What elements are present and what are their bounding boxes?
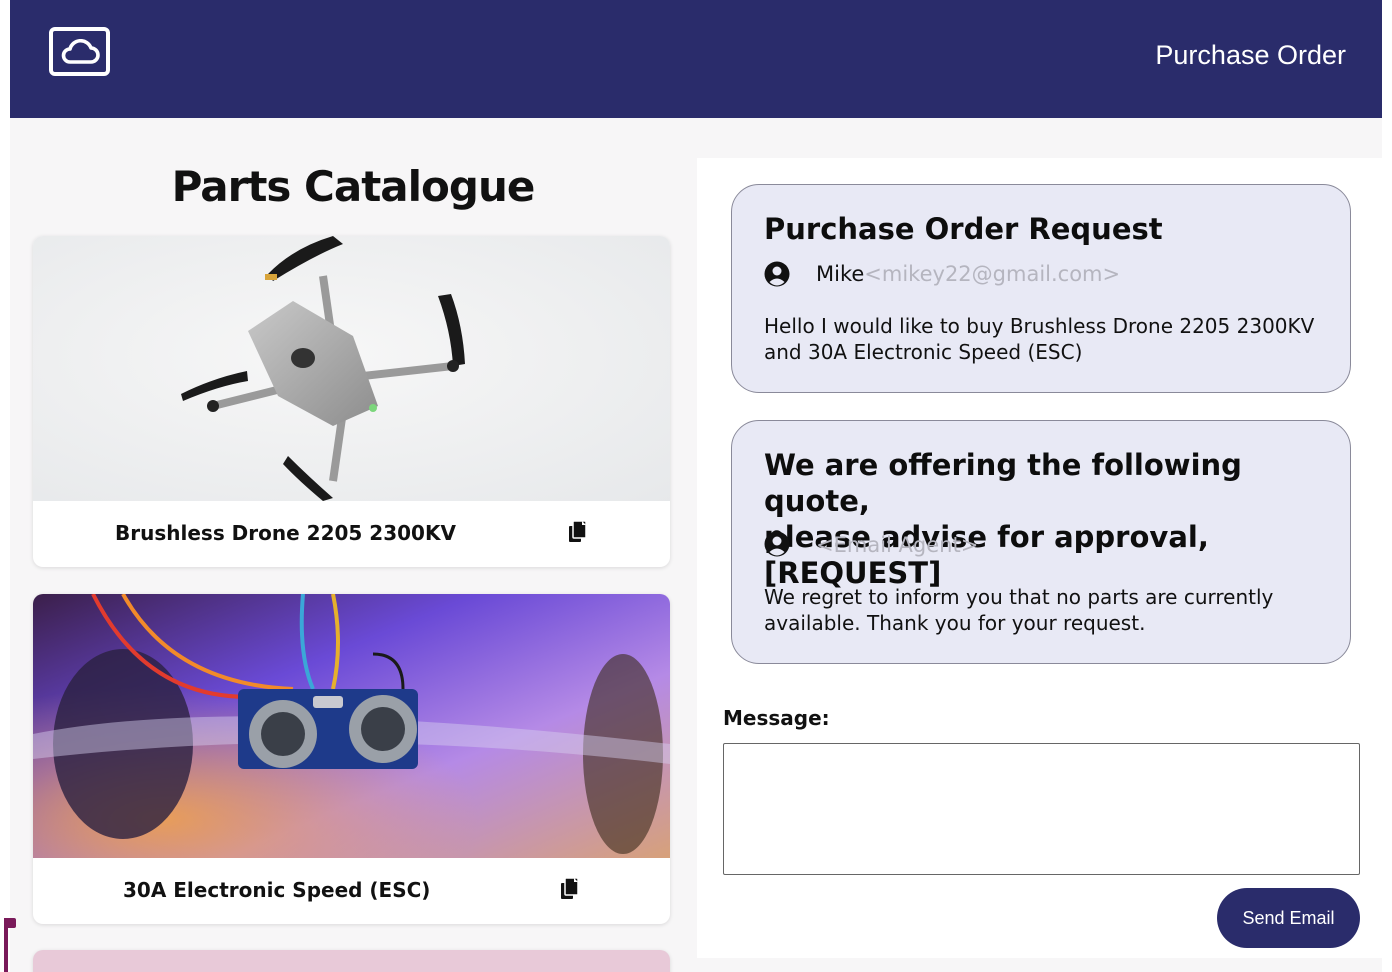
- message-heading-line: We are offering the following quote,: [764, 448, 1242, 518]
- cloud-icon[interactable]: [49, 27, 110, 76]
- card-footer: Brushless Drone 2205 2300KV: [33, 501, 670, 567]
- user-circle-icon: [764, 531, 790, 557]
- part-name: 30A Electronic Speed (ESC): [123, 878, 431, 902]
- user-circle-icon: [764, 261, 790, 287]
- send-email-button[interactable]: Send Email: [1217, 888, 1360, 948]
- sender: Mike<mikey22@gmail.com>: [816, 262, 1120, 286]
- page-title: Purchase Order: [1155, 40, 1346, 70]
- copy-icon[interactable]: [568, 520, 588, 544]
- app-window: Purchase Order Parts Catalogue Brushless…: [10, 0, 1382, 972]
- purchase-order-panel: Purchase Order Request Mike<mikey22@gmai…: [697, 158, 1382, 958]
- parts-catalogue-panel: Parts Catalogue Brushless Drone 2205 230…: [10, 118, 696, 972]
- copy-icon[interactable]: [560, 877, 580, 901]
- sender-name: Mike: [816, 262, 865, 286]
- message-bubble: Purchase Order Request Mike<mikey22@gmai…: [731, 184, 1351, 393]
- catalogue-title: Parts Catalogue: [171, 162, 536, 211]
- top-bar: Purchase Order: [10, 0, 1382, 118]
- part-name: Brushless Drone 2205 2300KV: [115, 521, 456, 545]
- message-body: Hello I would like to buy Brushless Dron…: [764, 314, 1315, 364]
- sender: <Email Agent>: [816, 533, 978, 557]
- catalogue-card[interactable]: 30A Electronic Speed (ESC): [33, 594, 670, 924]
- message-label: Message:: [723, 706, 830, 730]
- message-bubble: We are offering the following quote, ple…: [731, 420, 1351, 664]
- message-body: We regret to inform you that no parts ar…: [764, 585, 1274, 635]
- ultrasonic-sensor-photo: [33, 594, 670, 858]
- message-input[interactable]: [723, 743, 1360, 875]
- card-footer: 30A Electronic Speed (ESC): [33, 858, 670, 924]
- catalogue-card[interactable]: Brushless Drone 2205 2300KV: [33, 236, 670, 567]
- message-heading: We are offering the following quote, ple…: [764, 447, 1350, 591]
- edge-marker: [4, 918, 16, 928]
- sender-email: <Email Agent>: [816, 533, 979, 557]
- drone-photo: [33, 236, 670, 501]
- message-heading: Purchase Order Request: [764, 212, 1163, 246]
- sender-email: <mikey22@gmail.com>: [864, 262, 1121, 286]
- catalogue-card[interactable]: [33, 950, 670, 972]
